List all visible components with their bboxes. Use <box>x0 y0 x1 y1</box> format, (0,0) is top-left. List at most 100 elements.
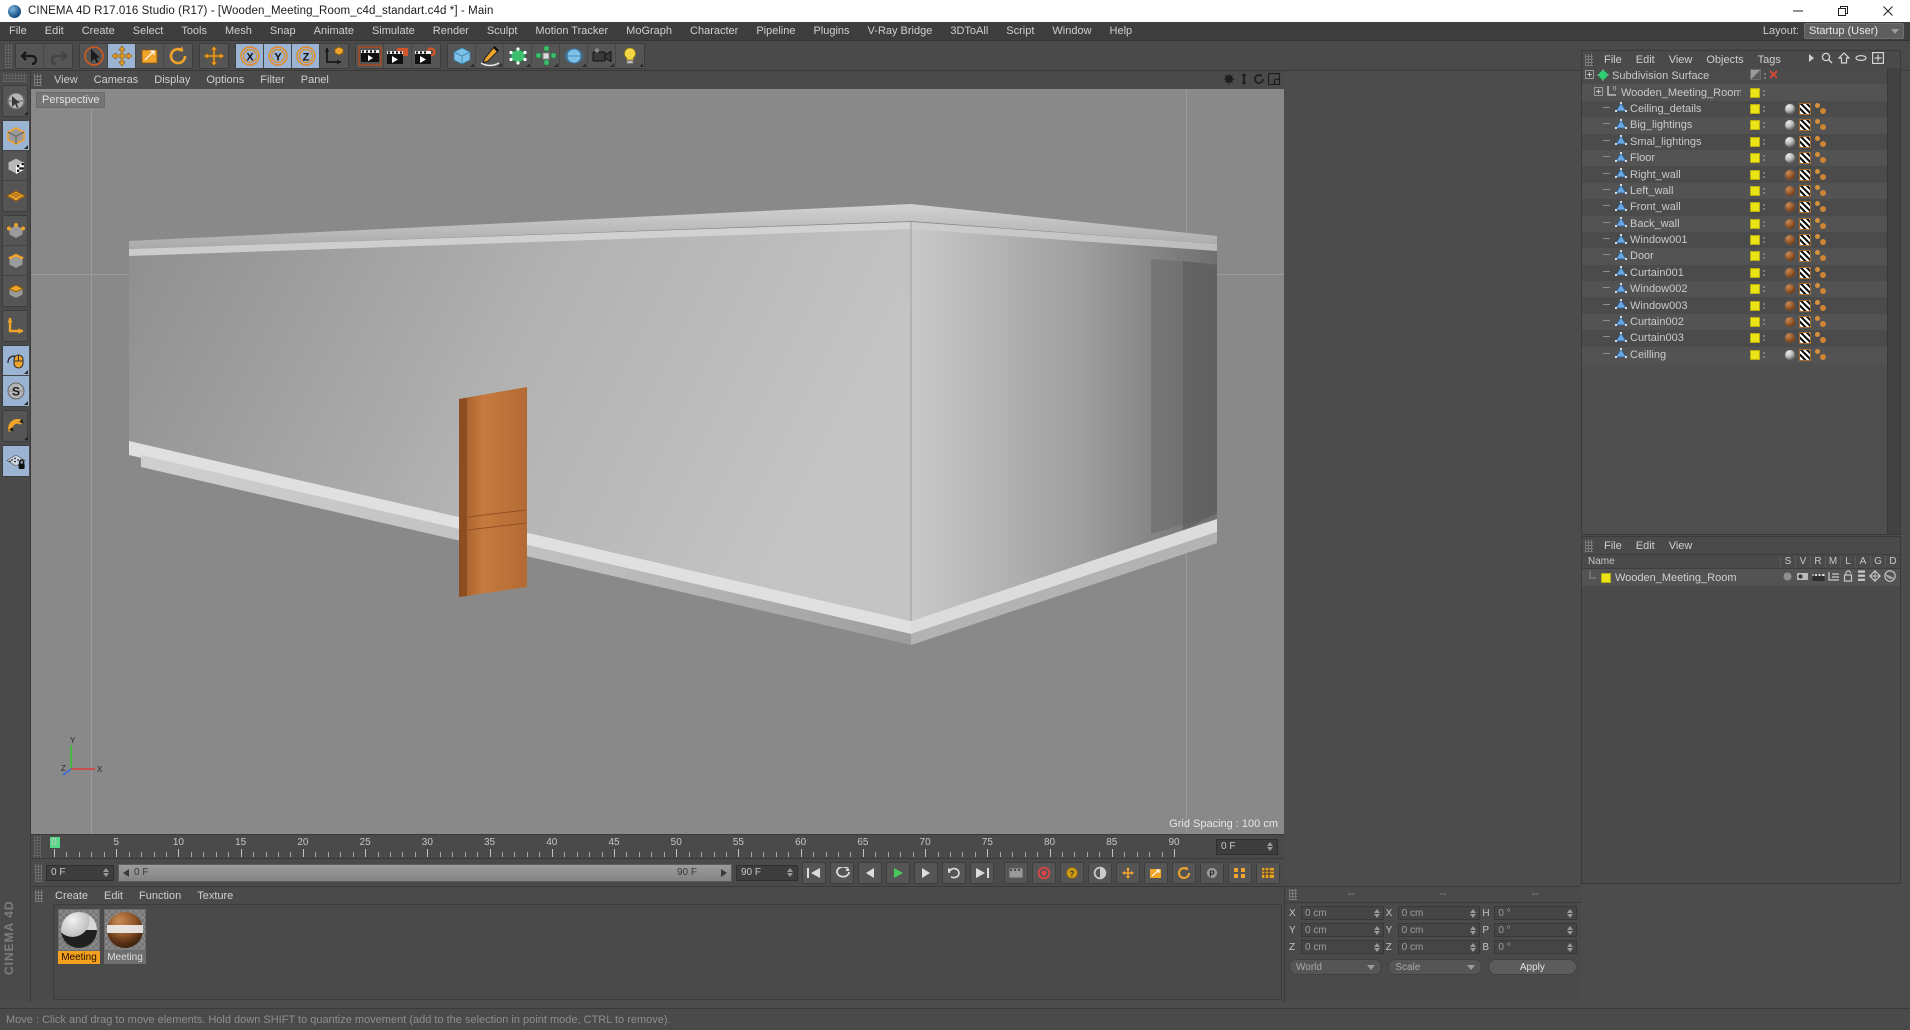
material-menu-edit[interactable]: Edit <box>96 890 131 902</box>
coordinate-size-field[interactable]: 0 cm <box>1397 923 1481 937</box>
spinner-icon[interactable] <box>1567 942 1574 952</box>
polygon-mesh-mode-button[interactable] <box>3 181 29 211</box>
dope-sheet-button[interactable] <box>1256 861 1280 884</box>
object-row[interactable]: 0 Wooden_Meeting_Room <box>1582 84 1887 101</box>
material-tag-icon[interactable] <box>1784 332 1796 345</box>
ellipse-icon[interactable] <box>1855 53 1867 66</box>
layout-dropdown[interactable]: Startup (User) <box>1804 23 1904 39</box>
object-row[interactable]: Window001 <box>1582 231 1887 249</box>
position-key-button[interactable] <box>1116 861 1140 884</box>
object-row[interactable]: Right_wall <box>1582 166 1887 183</box>
object-row[interactable]: Curtain003 <box>1582 330 1887 347</box>
menu-item-select[interactable]: Select <box>124 22 173 41</box>
object-row[interactable]: Curtain001 <box>1582 264 1887 282</box>
viewport-menu-panel[interactable]: Panel <box>293 74 337 86</box>
selection-tag-icon[interactable] <box>1814 266 1828 279</box>
material-swatch-list[interactable]: Meeting Meeting <box>53 904 1282 1000</box>
object-layer-cell[interactable] <box>1750 300 1780 311</box>
light-object-button[interactable] <box>616 44 644 68</box>
uvw-tag-icon[interactable] <box>1799 135 1811 148</box>
selection-tag-icon[interactable] <box>1814 102 1828 115</box>
selection-tag-icon[interactable] <box>1814 250 1828 262</box>
tree-expand-icon[interactable] <box>1603 300 1612 312</box>
layer-row[interactable]: Wooden_Meeting_Room <box>1582 569 1900 586</box>
tree-expand-icon[interactable] <box>1603 152 1612 164</box>
coordinate-system-dropdown[interactable]: World <box>1289 959 1383 975</box>
render-settings-button[interactable] <box>412 44 440 68</box>
scale-tool-button[interactable] <box>136 43 164 68</box>
go-to-end-button[interactable] <box>970 861 994 884</box>
spinner-icon[interactable] <box>1267 842 1273 851</box>
layer-column-name[interactable]: Name <box>1582 556 1780 567</box>
spinner-icon[interactable] <box>1567 925 1574 935</box>
coordinate-rot-field[interactable]: 0 ° <box>1494 906 1578 920</box>
viewport-rotate-icon[interactable] <box>1253 73 1265 88</box>
visibility-dots-icon[interactable] <box>1763 269 1765 276</box>
world-object-axis-button[interactable] <box>320 44 348 68</box>
selection-tools-button[interactable] <box>3 86 29 116</box>
left-palette-grip[interactable] <box>3 73 27 82</box>
keyframe-toggle-button[interactable] <box>1228 861 1252 884</box>
menu-item-file[interactable]: File <box>0 22 36 41</box>
loop-button[interactable] <box>942 861 966 884</box>
go-to-start-button[interactable] <box>802 861 826 884</box>
cube-primitive-button[interactable] <box>448 43 476 68</box>
menu-item-script[interactable]: Script <box>997 22 1043 41</box>
object-layer-cell[interactable] <box>1750 136 1780 147</box>
layer-color-swatch[interactable] <box>1750 202 1760 213</box>
timeline-grip[interactable] <box>34 834 41 859</box>
viewport-menu-filter[interactable]: Filter <box>252 74 292 86</box>
object-manager-scrollbar[interactable] <box>1887 68 1900 534</box>
menu-item-pipeline[interactable]: Pipeline <box>747 22 804 41</box>
rotation-key-button[interactable] <box>1172 861 1196 884</box>
menu-item-sculpt[interactable]: Sculpt <box>478 22 527 41</box>
layer-color-swatch[interactable] <box>1750 349 1760 360</box>
selection-tag-icon[interactable] <box>1814 184 1828 197</box>
layer-color-swatch[interactable] <box>1750 300 1760 311</box>
visibility-dots-icon[interactable] <box>1764 73 1766 80</box>
viewport-menu-cameras[interactable]: Cameras <box>86 74 147 86</box>
menu-item-3dtoall[interactable]: 3DToAll <box>941 22 997 41</box>
selection-tag-icon[interactable] <box>1814 332 1828 344</box>
move-tool-button[interactable] <box>108 43 136 68</box>
material-tag-icon[interactable] <box>1784 283 1796 296</box>
coordinate-rot-field[interactable]: 0 ° <box>1494 940 1578 954</box>
layer-color-swatch[interactable] <box>1750 120 1760 131</box>
manager-icon[interactable] <box>1828 571 1840 585</box>
object-row[interactable]: Smal_lightings <box>1582 133 1887 150</box>
menu-item-animate[interactable]: Animate <box>305 22 363 41</box>
coordinate-rot-field[interactable]: 0 ° <box>1494 923 1578 937</box>
object-layer-cell[interactable] <box>1750 69 1780 83</box>
model-mode-button[interactable] <box>3 121 29 151</box>
keyframe-selection-button[interactable]: ? <box>1060 861 1084 884</box>
viewport-layout-icon[interactable] <box>1267 72 1281 88</box>
layer-color-swatch[interactable] <box>1750 317 1760 328</box>
layer-column-r[interactable]: R <box>1810 556 1825 567</box>
spinner-icon[interactable] <box>103 868 109 877</box>
uvw-tag-icon[interactable] <box>1799 283 1811 296</box>
spline-pen-button[interactable] <box>476 43 504 68</box>
selection-tag-icon[interactable] <box>1814 217 1828 230</box>
visibility-dots-icon[interactable] <box>1763 237 1765 244</box>
uvw-tag-icon[interactable] <box>1799 119 1811 132</box>
object-row[interactable]: Floor <box>1582 149 1887 167</box>
material-menu-texture[interactable]: Texture <box>189 890 241 902</box>
material-tag-icon[interactable] <box>1784 119 1796 132</box>
layer-column-v[interactable]: V <box>1795 556 1810 567</box>
no-layer-swatch[interactable] <box>1750 69 1761 83</box>
layer-column-s[interactable]: S <box>1780 556 1795 567</box>
tree-expand-icon[interactable] <box>1594 86 1603 99</box>
spinner-icon[interactable] <box>1470 908 1477 918</box>
layer-color-swatch[interactable] <box>1750 267 1760 278</box>
object-menu-view[interactable]: View <box>1662 54 1700 66</box>
visibility-dots-icon[interactable] <box>1763 155 1765 162</box>
close-button[interactable] <box>1865 0 1910 22</box>
material-tag-icon[interactable] <box>1784 234 1796 247</box>
next-frame-button[interactable] <box>914 861 938 884</box>
object-layer-cell[interactable] <box>1750 267 1780 278</box>
solo-dot-icon[interactable] <box>1782 571 1793 585</box>
uvw-tag-icon[interactable] <box>1799 348 1811 361</box>
timeline-range-slider[interactable]: 0 F 90 F <box>118 863 732 882</box>
layer-rows[interactable]: Wooden_Meeting_Room <box>1582 569 1900 586</box>
viewport-3d-canvas[interactable]: Perspective Y X Z Grid Spacing: 100 cm <box>31 89 1284 834</box>
